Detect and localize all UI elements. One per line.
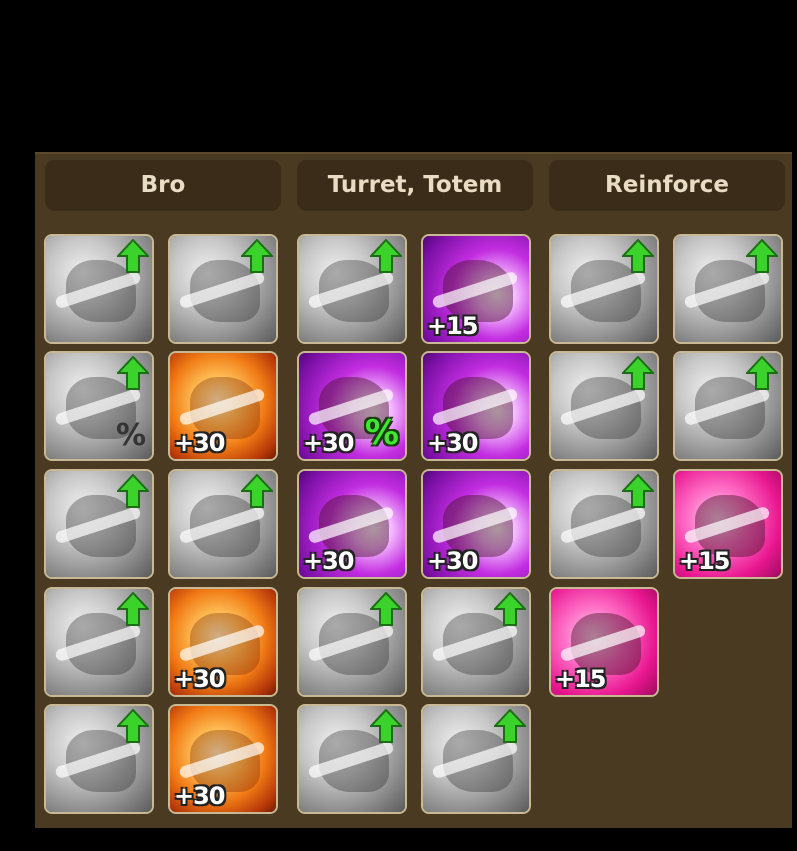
- bonus-label: +30: [303, 429, 355, 457]
- slime-hourglass-icon[interactable]: [673, 351, 783, 461]
- upgrade-arrow-icon: [370, 709, 402, 743]
- bonus-label: +30: [427, 547, 479, 575]
- upgrade-arrow-icon: [622, 474, 654, 508]
- bonus-label: +30: [174, 665, 226, 693]
- upgrade-arrow-icon: [494, 592, 526, 626]
- tab-turret-totem[interactable]: Turret, Totem: [297, 159, 533, 211]
- tab-turret-totem-label: Turret, Totem: [327, 172, 503, 198]
- lightning-slash-icon[interactable]: [421, 704, 531, 814]
- upgrade-arrow-icon: [622, 356, 654, 390]
- knight-burst-icon[interactable]: [168, 469, 278, 579]
- slime-retreat-icon[interactable]: [549, 469, 659, 579]
- warrior-strike-icon[interactable]: [44, 587, 154, 697]
- dragon-slash-icon[interactable]: [297, 234, 407, 344]
- percent-icon: %: [115, 418, 146, 453]
- bonus-label: +15: [679, 547, 731, 575]
- target-shots-icon[interactable]: +30: [421, 469, 531, 579]
- totem-lightning-icon[interactable]: [297, 704, 407, 814]
- upgrade-arrow-icon: [746, 239, 778, 273]
- upgrade-arrow-icon: [746, 356, 778, 390]
- percent-icon: %: [364, 413, 399, 453]
- bonus-label: +30: [174, 429, 226, 457]
- fist-punch-icon[interactable]: [44, 469, 154, 579]
- cannon-balls-icon[interactable]: [44, 704, 154, 814]
- fire-explosion-icon[interactable]: +30: [168, 587, 278, 697]
- turret-burst-percent-icon[interactable]: +30%: [297, 351, 407, 461]
- hero-hourglass-icon[interactable]: [549, 234, 659, 344]
- dino-crying-icon[interactable]: +15: [549, 587, 659, 697]
- bonus-label: +30: [427, 429, 479, 457]
- turret-burst-icon[interactable]: +30: [421, 351, 531, 461]
- upgrade-arrow-icon: [241, 474, 273, 508]
- upgrade-arrow-icon: [494, 709, 526, 743]
- fist-percent-icon[interactable]: %: [44, 351, 154, 461]
- tab-bro-label: Bro: [140, 172, 186, 198]
- dino-slash-icon[interactable]: [421, 587, 531, 697]
- dino-slash-purple-icon[interactable]: +15: [421, 234, 531, 344]
- upgrade-arrow-icon: [117, 239, 149, 273]
- raised-fist-icon[interactable]: [673, 234, 783, 344]
- bonus-label: +30: [303, 547, 355, 575]
- turret-shadow-icon[interactable]: +30: [297, 469, 407, 579]
- upgrade-arrow-icon: [117, 474, 149, 508]
- wings-icon[interactable]: [549, 351, 659, 461]
- bonus-label: +15: [555, 665, 607, 693]
- knight-fire-icon[interactable]: +30: [168, 351, 278, 461]
- bonus-label: +30: [174, 782, 226, 810]
- dino-retreat-icon[interactable]: +15: [673, 469, 783, 579]
- bonus-label: +15: [427, 312, 479, 340]
- upgrade-arrow-icon: [622, 239, 654, 273]
- fire-beam-icon[interactable]: +30: [168, 704, 278, 814]
- dragon-slash-icon[interactable]: [44, 234, 154, 344]
- tab-reinforce[interactable]: Reinforce: [549, 159, 785, 211]
- upgrade-arrow-icon: [370, 239, 402, 273]
- tab-reinforce-label: Reinforce: [605, 172, 729, 198]
- upgrade-arrow-icon: [117, 709, 149, 743]
- upgrade-arrow-icon: [241, 239, 273, 273]
- upgrade-arrow-icon: [117, 592, 149, 626]
- upgrade-arrow-icon: [370, 592, 402, 626]
- upgrade-arrow-icon: [117, 356, 149, 390]
- dino-slash-icon[interactable]: [168, 234, 278, 344]
- dragon-slash-icon[interactable]: [297, 587, 407, 697]
- tab-bro[interactable]: Bro: [45, 159, 281, 211]
